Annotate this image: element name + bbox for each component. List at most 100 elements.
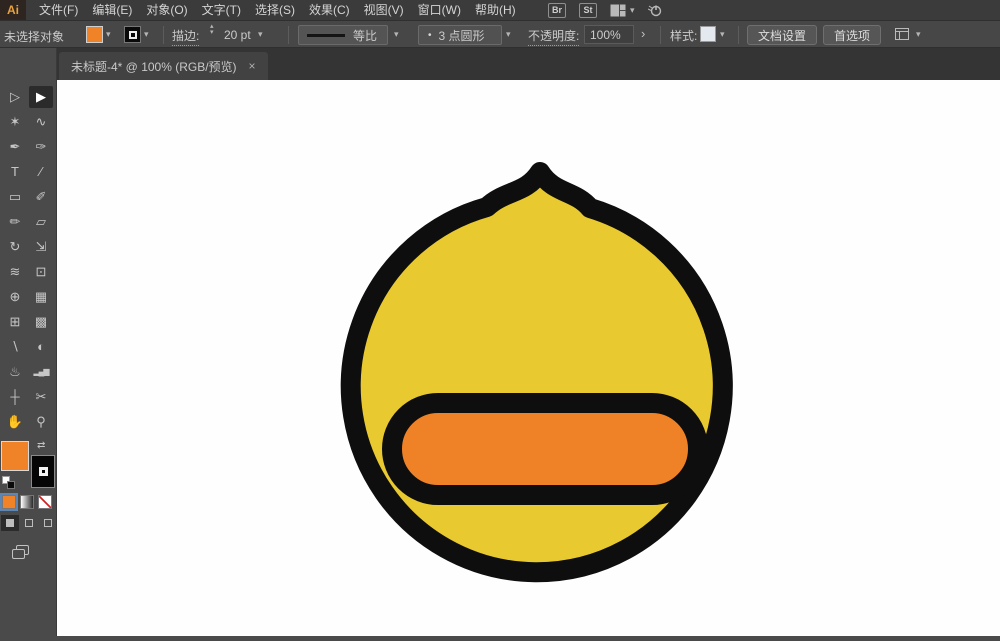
blend-tool[interactable]: ◐ <box>29 336 53 358</box>
opacity-input[interactable]: 100% <box>584 25 634 44</box>
stroke-weight-value[interactable]: 20 pt <box>224 28 251 42</box>
gradient-button[interactable] <box>20 495 34 509</box>
menu-item-file[interactable]: 文件(F) <box>32 0 85 20</box>
bridge-button[interactable]: Br <box>548 3 566 18</box>
chevron-down-icon[interactable]: ▾ <box>144 30 149 39</box>
opacity-expand-icon[interactable]: › <box>641 26 645 41</box>
separator <box>660 26 661 44</box>
tool-grid: ▷▶✶∿✒✑T∕ ▭ ✐✏▱ ↻ ⇲ ≋ ⊡ ⊕ ▦ ⊞ ▩∖◐ ♨ ▂▄▆ ┼✂✋⚲ <box>2 84 54 434</box>
stroke-indicator[interactable] <box>31 455 55 488</box>
brush-dropdown[interactable]: • 3 点圆形 <box>418 25 502 45</box>
menu-item-help[interactable]: 帮助(H) <box>468 0 523 20</box>
workspace-switcher-button[interactable]: ▾ <box>610 4 635 17</box>
zoom-tool[interactable]: ⚲ <box>29 411 53 433</box>
scale-tool-icon: ⇲ <box>36 240 47 253</box>
default-fill-stroke-icon[interactable] <box>2 476 15 489</box>
curvature-tool[interactable]: ✑ <box>29 136 53 158</box>
fill-indicator[interactable] <box>1 441 29 471</box>
gpu-performance-icon[interactable] <box>648 3 662 17</box>
mesh-tool[interactable]: ⊞ <box>3 311 27 333</box>
document-area: 未标题-4* @ 100% (RGB/预览) × <box>57 48 1000 636</box>
chevron-down-icon[interactable]: ▾ <box>506 30 511 39</box>
line-segment-tool[interactable]: ∕ <box>29 161 53 183</box>
document-tab[interactable]: 未标题-4* @ 100% (RGB/预览) × <box>59 52 268 80</box>
magic-wand-tool[interactable]: ✶ <box>3 111 27 133</box>
chevron-down-icon[interactable]: ▾ <box>106 30 111 39</box>
menu-item-object[interactable]: 对象(O) <box>139 0 194 20</box>
type-tool[interactable]: T <box>3 161 27 183</box>
opacity-label[interactable]: 不透明度: <box>528 27 579 46</box>
fill-color-swatch[interactable] <box>86 26 103 43</box>
close-icon[interactable]: × <box>249 59 256 73</box>
chevron-down-icon[interactable]: ▾ <box>258 30 263 39</box>
preferences-button[interactable]: 首选项 <box>823 25 881 45</box>
symbol-sprayer-tool[interactable]: ♨ <box>3 361 27 383</box>
menu-item-window[interactable]: 窗口(W) <box>411 0 468 20</box>
artboard-tool[interactable]: ┼ <box>3 386 27 408</box>
rectangle-tool-icon: ▭ <box>9 190 21 203</box>
style-swatch[interactable] <box>700 26 716 42</box>
color-button[interactable] <box>2 495 16 509</box>
pencil-tool[interactable]: ✏ <box>3 211 27 233</box>
stroke-color-well[interactable]: ▾ <box>124 26 149 43</box>
menu-item-effect[interactable]: 效果(C) <box>302 0 357 20</box>
eraser-tool[interactable]: ▱ <box>29 211 53 233</box>
paintbrush-tool[interactable]: ✐ <box>29 186 53 208</box>
perspective-grid-tool[interactable]: ▦ <box>29 286 53 308</box>
none-button[interactable] <box>38 495 52 509</box>
swap-fill-stroke-icon[interactable]: ⇄ <box>37 440 45 451</box>
chevron-down-icon[interactable]: ▾ <box>394 30 399 39</box>
selection-tool[interactable]: ▷ <box>3 86 27 108</box>
panel-dock-icon <box>894 27 910 41</box>
draw-inside-button[interactable] <box>39 515 57 531</box>
rotate-tool-icon: ↻ <box>10 240 21 253</box>
menu-item-view[interactable]: 视图(V) <box>357 0 411 20</box>
draw-behind-button[interactable] <box>20 515 38 531</box>
fill-color-well[interactable]: ▾ <box>86 26 111 43</box>
draw-normal-button[interactable] <box>1 515 19 531</box>
brush-name: 3 点圆形 <box>439 27 485 44</box>
selection-status: 未选择对象 <box>4 28 64 45</box>
rotate-tool[interactable]: ↻ <box>3 236 27 258</box>
separator <box>288 26 289 44</box>
screen-mode-button[interactable] <box>12 545 30 559</box>
stroke-weight-stepper[interactable]: ▴ ▾ <box>210 24 214 36</box>
stroke-color-swatch[interactable] <box>124 26 141 43</box>
free-transform-tool-icon: ⊡ <box>36 265 47 278</box>
chevron-down-icon[interactable]: ▾ <box>916 30 921 39</box>
graph-tool-icon: ▂▄▆ <box>34 368 49 376</box>
document-setup-button[interactable]: 文档设置 <box>747 25 817 45</box>
scale-tool[interactable]: ⇲ <box>29 236 53 258</box>
menu-item-select[interactable]: 选择(S) <box>248 0 302 20</box>
panel-dock-button[interactable] <box>894 27 910 44</box>
menu-item-type[interactable]: 文字(T) <box>195 0 248 20</box>
graph-tool[interactable]: ▂▄▆ <box>29 361 53 383</box>
menu-item-edit[interactable]: 编辑(E) <box>85 0 139 20</box>
artwork <box>57 80 1000 636</box>
stroke-profile-dropdown[interactable]: 等比 <box>298 25 388 45</box>
symbol-sprayer-tool-icon: ♨ <box>9 365 21 378</box>
gradient-tool[interactable]: ▩ <box>29 311 53 333</box>
width-tool[interactable]: ≋ <box>3 261 27 283</box>
shape-builder-tool[interactable]: ⊕ <box>3 286 27 308</box>
canvas[interactable] <box>57 80 1000 636</box>
direct-selection-tool[interactable]: ▶ <box>29 86 53 108</box>
stroke-weight-label[interactable]: 描边: <box>172 27 199 46</box>
spinner-down-icon[interactable]: ▾ <box>210 30 214 36</box>
free-transform-tool[interactable]: ⊡ <box>29 261 53 283</box>
eyedropper-tool[interactable]: ∖ <box>3 336 27 358</box>
stock-button[interactable]: St <box>579 3 597 18</box>
slice-tool[interactable]: ✂ <box>29 386 53 408</box>
lasso-tool[interactable]: ∿ <box>29 111 53 133</box>
mesh-tool-icon: ⊞ <box>10 315 21 328</box>
chevron-down-icon[interactable]: ▾ <box>720 30 725 39</box>
hand-tool[interactable]: ✋ <box>3 411 27 433</box>
pen-tool[interactable]: ✒ <box>3 136 27 158</box>
duck-beak-shape[interactable] <box>392 403 698 495</box>
duck-head-shape[interactable] <box>351 172 723 572</box>
shape-builder-tool-icon: ⊕ <box>10 290 21 303</box>
workspace-layout-icon <box>610 4 626 17</box>
document-tab-bar: 未标题-4* @ 100% (RGB/预览) × <box>57 48 1000 80</box>
tools-panel: ▷▶✶∿✒✑T∕ ▭ ✐✏▱ ↻ ⇲ ≋ ⊡ ⊕ ▦ ⊞ ▩∖◐ ♨ ▂▄▆ ┼✂✋⚲ ⇄ <box>0 48 57 636</box>
rectangle-tool[interactable]: ▭ <box>3 186 27 208</box>
